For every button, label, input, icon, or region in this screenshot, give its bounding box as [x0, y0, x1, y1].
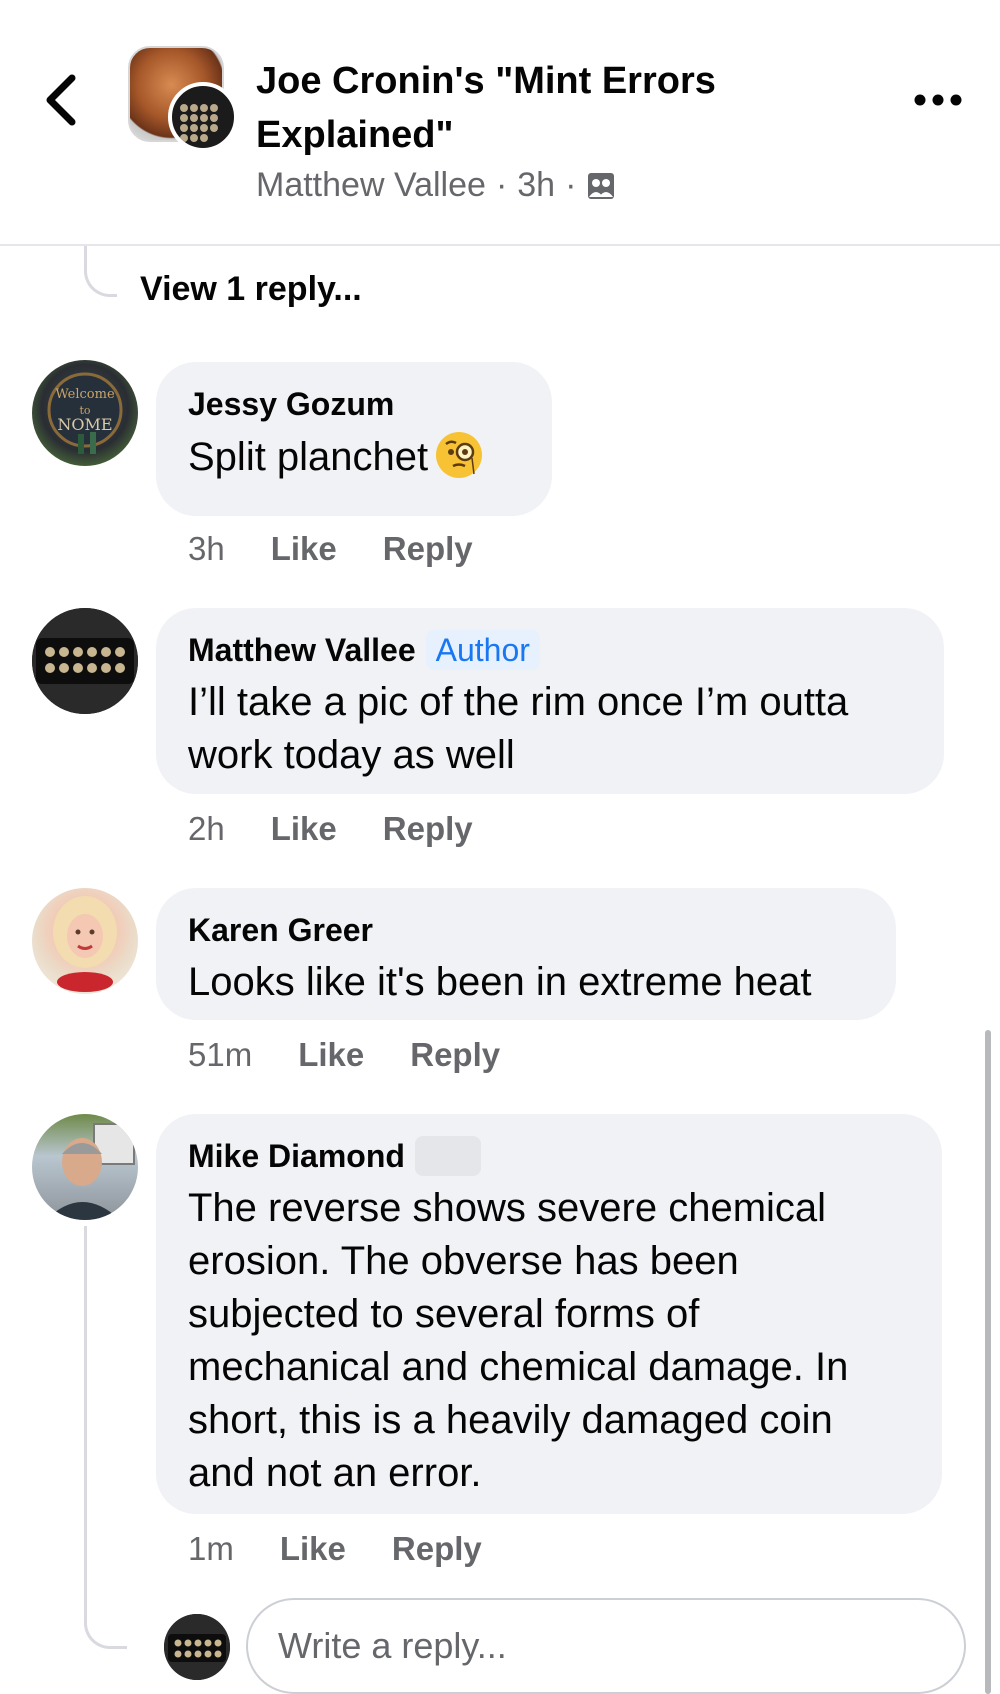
svg-text:Welcome: Welcome: [55, 387, 115, 402]
like-button[interactable]: Like: [271, 810, 337, 848]
coins-image: [164, 1614, 230, 1680]
avatar[interactable]: Welcome to NOME: [32, 360, 138, 466]
comment-actions: 3h Like Reply: [188, 530, 473, 568]
more-horizontal-icon: [914, 94, 962, 106]
comment-actions: 51m Like Reply: [188, 1036, 500, 1074]
post-time[interactable]: 3h: [517, 166, 555, 205]
meta-separator: ·: [565, 166, 577, 204]
more-options-button[interactable]: [912, 80, 964, 120]
contributor-badge: [414, 1136, 481, 1176]
coins-image: [180, 104, 226, 142]
commenter-name[interactable]: Mike Diamond: [188, 1136, 405, 1176]
author-badge: Author: [425, 630, 540, 670]
comment-bubble[interactable]: Jessy Gozum Split planchet: [156, 362, 552, 516]
coins-image: [32, 608, 138, 714]
face-with-monocle-icon: [436, 432, 483, 478]
scrollbar[interactable]: [985, 1030, 991, 1694]
comment-text: Split planchet: [188, 430, 520, 484]
reply-button[interactable]: Reply: [383, 810, 473, 848]
comment-text-body: Split planchet: [188, 435, 429, 479]
comment-actions: 1m Like Reply: [188, 1530, 482, 1568]
chevron-left-icon: [46, 74, 76, 126]
current-user-avatar: [164, 1614, 230, 1680]
profile-photo-image: [46, 1123, 135, 1220]
view-replies-link[interactable]: View 1 reply...: [140, 270, 362, 309]
reply-button[interactable]: Reply: [383, 530, 473, 568]
comment-time[interactable]: 2h: [188, 810, 225, 848]
group-audience-icon: [588, 172, 615, 199]
holiday-portrait-image: [53, 896, 117, 992]
comment-time[interactable]: 3h: [188, 530, 225, 568]
comment-actions: 2h Like Reply: [188, 810, 473, 848]
comment-bubble[interactable]: Karen Greer Looks like it's been in extr…: [156, 888, 896, 1020]
comment-bubble[interactable]: Matthew Vallee Author I’ll take a pic of…: [156, 608, 944, 794]
commenter-name[interactable]: Jessy Gozum: [188, 384, 520, 424]
thread-connector: [84, 246, 117, 297]
svg-text:NOME: NOME: [57, 415, 112, 434]
like-button[interactable]: Like: [271, 530, 337, 568]
meta-separator: ·: [495, 166, 508, 204]
like-button[interactable]: Like: [280, 1530, 346, 1568]
group-title[interactable]: Joe Cronin's "Mint Errors Explained": [256, 54, 816, 162]
poster-avatar[interactable]: [168, 82, 238, 152]
commenter-name[interactable]: Karen Greer: [188, 910, 864, 950]
reply-button[interactable]: Reply: [392, 1530, 482, 1568]
reply-input[interactable]: [246, 1598, 966, 1694]
reply-button[interactable]: Reply: [410, 1036, 500, 1074]
comment-text: The reverse shows severe chemical erosio…: [188, 1186, 849, 1495]
back-button[interactable]: [40, 70, 90, 130]
like-button[interactable]: Like: [298, 1036, 364, 1074]
commenter-name-row: Matthew Vallee Author: [188, 630, 912, 670]
post-meta: Matthew Vallee · 3h ·: [256, 166, 616, 205]
thread-connector: [84, 1226, 127, 1649]
comment-time[interactable]: 1m: [188, 1530, 234, 1568]
comment-time[interactable]: 51m: [188, 1036, 252, 1074]
post-header: Joe Cronin's "Mint Errors Explained" Mat…: [0, 0, 1000, 246]
comment-text: Looks like it's been in extreme heat: [188, 960, 812, 1004]
post-author[interactable]: Matthew Vallee: [256, 166, 486, 205]
comment-text: I’ll take a pic of the rim once I’m outt…: [188, 680, 849, 777]
avatar[interactable]: [32, 888, 138, 994]
avatar[interactable]: [32, 1114, 138, 1220]
avatar[interactable]: [32, 608, 138, 714]
welcome-sign-image: Welcome to NOME: [47, 372, 123, 454]
commenter-name-row: Mike Diamond: [188, 1136, 910, 1176]
comment-bubble[interactable]: Mike Diamond The reverse shows severe ch…: [156, 1114, 942, 1514]
commenter-name[interactable]: Matthew Vallee: [188, 630, 416, 670]
